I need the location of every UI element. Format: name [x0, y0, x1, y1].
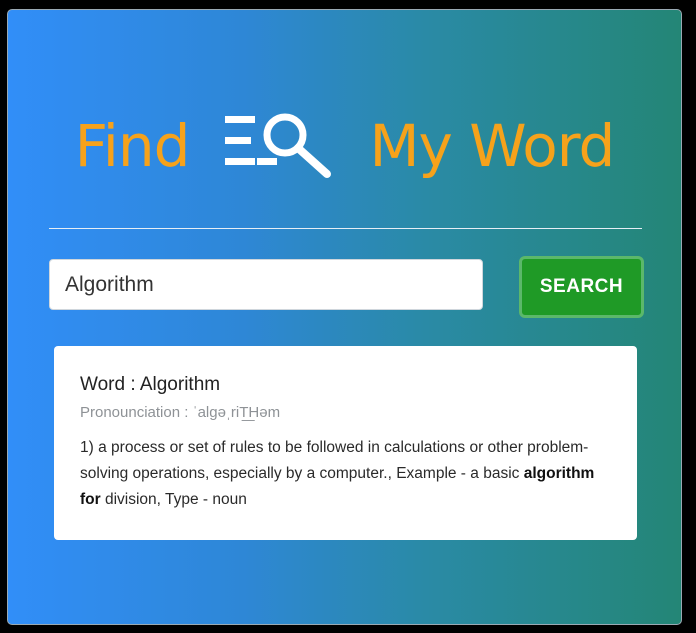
search-input[interactable] [49, 259, 483, 310]
result-definition: 1) a process or set of rules to be follo… [80, 435, 611, 513]
result-card: Word : Algorithm Pronounciation : ˈalɡəˌ… [54, 346, 637, 540]
header-divider [49, 228, 642, 229]
list-search-icon [225, 113, 332, 178]
definition-number: 1) [80, 439, 94, 456]
definition-example-tail: division, Type - noun [104, 491, 247, 508]
definition-text: a process or set of rules to be followed… [80, 439, 589, 482]
logo-find-text: Find [74, 112, 191, 180]
result-pronunciation: Pronounciation : ˈalɡəˌriT͟Həm [80, 404, 281, 421]
logo-my-word-text: My Word [369, 112, 615, 180]
app-window: Find My Word SEARCH Word : Algorithm Pro… [7, 9, 682, 625]
result-word: Word : Algorithm [80, 374, 221, 395]
app-logo: Find My Word [8, 106, 681, 186]
search-button[interactable]: SEARCH [519, 256, 644, 318]
